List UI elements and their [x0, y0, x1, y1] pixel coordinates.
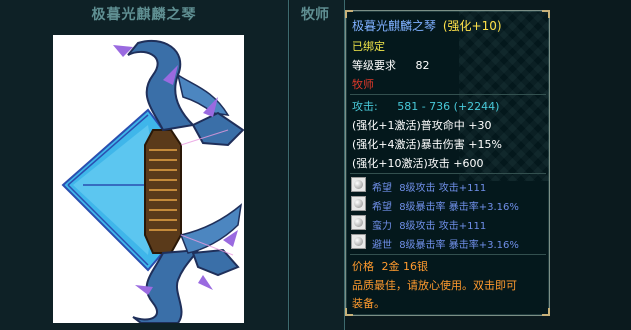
weapon-image	[53, 35, 244, 323]
price-label: 价格	[352, 260, 374, 273]
socket-line: 希望 8级暴击率 暴击率+3.16%	[372, 198, 519, 213]
gem-socket-icon	[351, 215, 366, 230]
divider	[350, 94, 546, 95]
usage-note: 装备。	[352, 297, 385, 310]
attack-label: 攻击:	[352, 100, 378, 113]
gem-socket-icon	[351, 177, 366, 192]
socket-name: 避世	[372, 240, 392, 251]
price-value: 2金 16银	[381, 260, 429, 273]
socket-name: 希望	[372, 202, 392, 213]
bound-status: 已绑定	[352, 40, 385, 53]
socket-name: 蛮力	[372, 221, 392, 232]
attack-value: 581 - 736 (+2244)	[397, 100, 500, 113]
attack-line: 攻击: 581 - 736 (+2244)	[352, 98, 499, 114]
level-label: 等级要求	[352, 59, 396, 72]
socket-desc: 8级攻击 攻击+111	[399, 221, 487, 232]
usage-note: 品质最佳，请放心使用。双击即可	[352, 279, 517, 292]
socket-name: 希望	[372, 183, 392, 194]
class-requirement: 牧师	[352, 78, 374, 91]
tooltip-corner	[542, 10, 550, 18]
tooltip-corner	[542, 308, 550, 316]
socket-desc: 8级暴击率 暴击率+3.16%	[399, 202, 519, 213]
enhance-bonus: (强化+10激活)攻击 +600	[352, 157, 484, 170]
item-tooltip: 极暮光麒麟之琴 (强化+10) 已绑定 等级要求 82 牧师 攻击: 581 -…	[345, 10, 550, 316]
divider	[350, 254, 546, 255]
level-value: 82	[415, 59, 430, 72]
socket-line: 避世 8级暴击率 暴击率+3.16%	[372, 236, 519, 251]
socket-line: 蛮力 8级攻击 攻击+111	[372, 217, 486, 232]
column-divider	[288, 0, 289, 330]
class-column-title: 牧师	[301, 7, 329, 23]
item-image-title: 极暮光麒麟之琴	[91, 7, 197, 23]
price-line: 价格 2金 16银	[352, 258, 428, 274]
socket-desc: 8级攻击 攻击+111	[399, 183, 487, 194]
socket-desc: 8级暴击率 暴击率+3.16%	[399, 240, 519, 251]
enhance-bonus: (强化+4激活)暴击伤害 +15%	[352, 138, 502, 151]
divider	[350, 173, 546, 174]
enhance-level: (强化+10)	[442, 19, 502, 33]
enhance-bonus: (强化+1激活)普攻命中 +30	[352, 119, 492, 132]
item-name: 极暮光麒麟之琴	[352, 19, 437, 33]
level-requirement: 等级要求 82	[352, 57, 430, 73]
socket-line: 希望 8级攻击 攻击+111	[372, 179, 486, 194]
gem-socket-icon	[351, 234, 366, 249]
harp-weapon-illustration	[61, 39, 244, 323]
gem-socket-icon	[351, 196, 366, 211]
class-column	[290, 0, 344, 330]
item-name-line: 极暮光麒麟之琴 (强化+10)	[352, 17, 502, 34]
